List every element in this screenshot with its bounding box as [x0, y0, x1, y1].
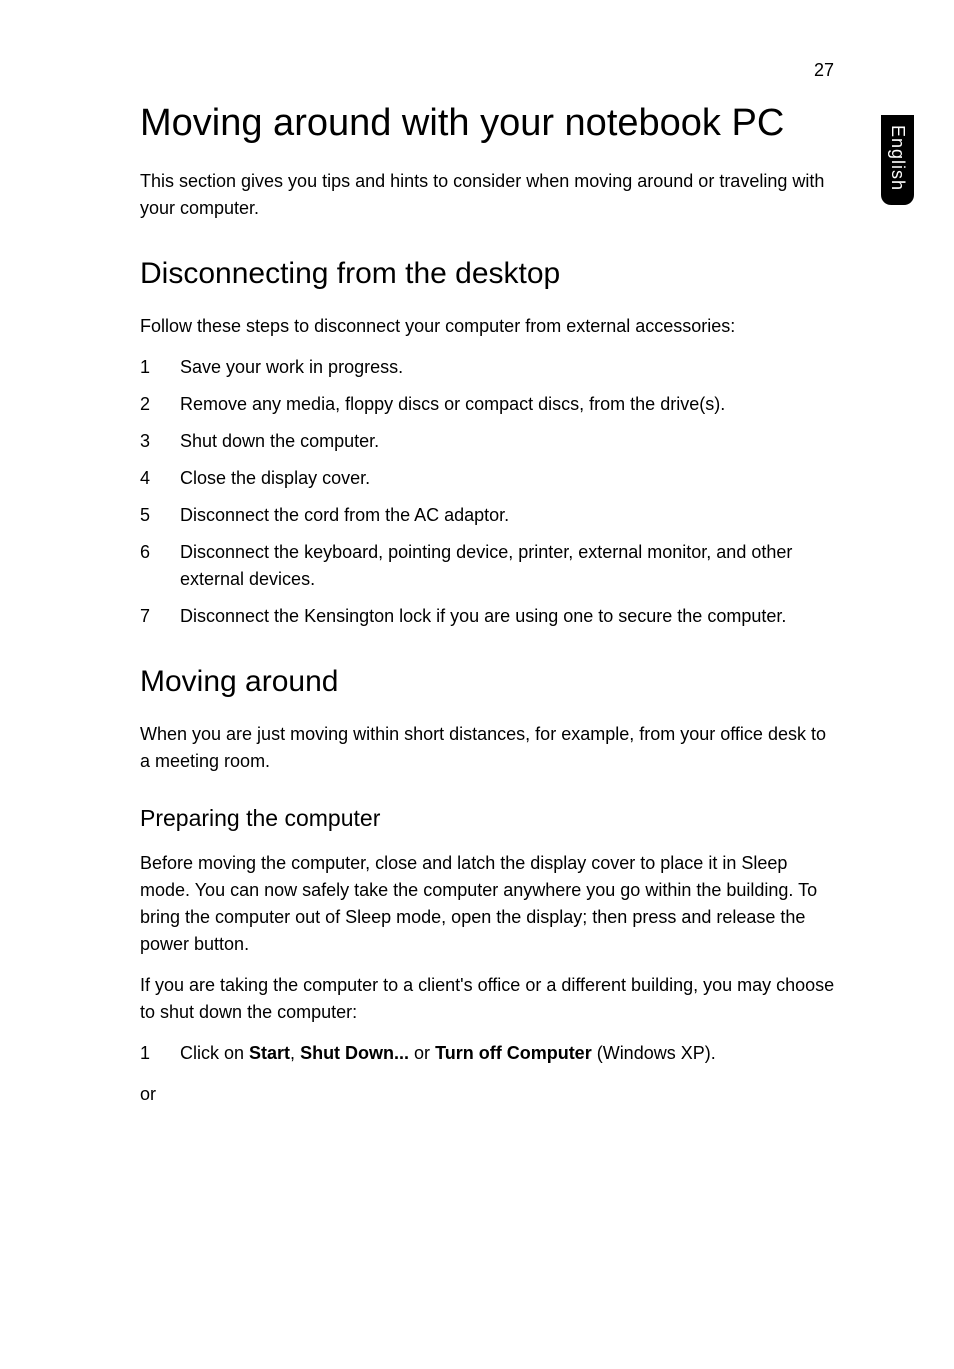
section1-intro: Follow these steps to disconnect your co… — [140, 313, 840, 340]
bold-shutdown: Shut Down... — [300, 1043, 409, 1063]
list-item: Click on Start, Shut Down... or Turn off… — [140, 1040, 840, 1067]
intro-paragraph: This section gives you tips and hints to… — [140, 168, 840, 222]
list-item: Remove any media, floppy discs or compac… — [140, 391, 840, 418]
step-text: , — [290, 1043, 300, 1063]
disconnect-steps-list: Save your work in progress. Remove any m… — [140, 354, 840, 630]
page-number: 27 — [814, 60, 834, 81]
language-tab: English — [881, 115, 914, 205]
list-item: Disconnect the Kensington lock if you ar… — [140, 603, 840, 630]
main-heading: Moving around with your notebook PC — [140, 100, 840, 148]
bold-turnoff: Turn off Computer — [435, 1043, 592, 1063]
step-text: or — [409, 1043, 435, 1063]
or-text: or — [140, 1081, 840, 1108]
preparing-para2: If you are taking the computer to a clie… — [140, 972, 840, 1026]
subheading-preparing: Preparing the computer — [140, 805, 840, 832]
list-item: Disconnect the cord from the AC adaptor. — [140, 502, 840, 529]
section2-intro: When you are just moving within short di… — [140, 721, 840, 775]
page-content: Moving around with your notebook PC This… — [140, 100, 840, 1108]
step-text: (Windows XP). — [592, 1043, 716, 1063]
preparing-para1: Before moving the computer, close and la… — [140, 850, 840, 958]
list-item: Disconnect the keyboard, pointing device… — [140, 539, 840, 593]
list-item: Close the display cover. — [140, 465, 840, 492]
list-item: Shut down the computer. — [140, 428, 840, 455]
section-heading-moving: Moving around — [140, 665, 840, 699]
bold-start: Start — [249, 1043, 290, 1063]
list-item: Save your work in progress. — [140, 354, 840, 381]
shutdown-steps-list: Click on Start, Shut Down... or Turn off… — [140, 1040, 840, 1067]
section-heading-disconnecting: Disconnecting from the desktop — [140, 257, 840, 291]
step-text: Click on — [180, 1043, 249, 1063]
